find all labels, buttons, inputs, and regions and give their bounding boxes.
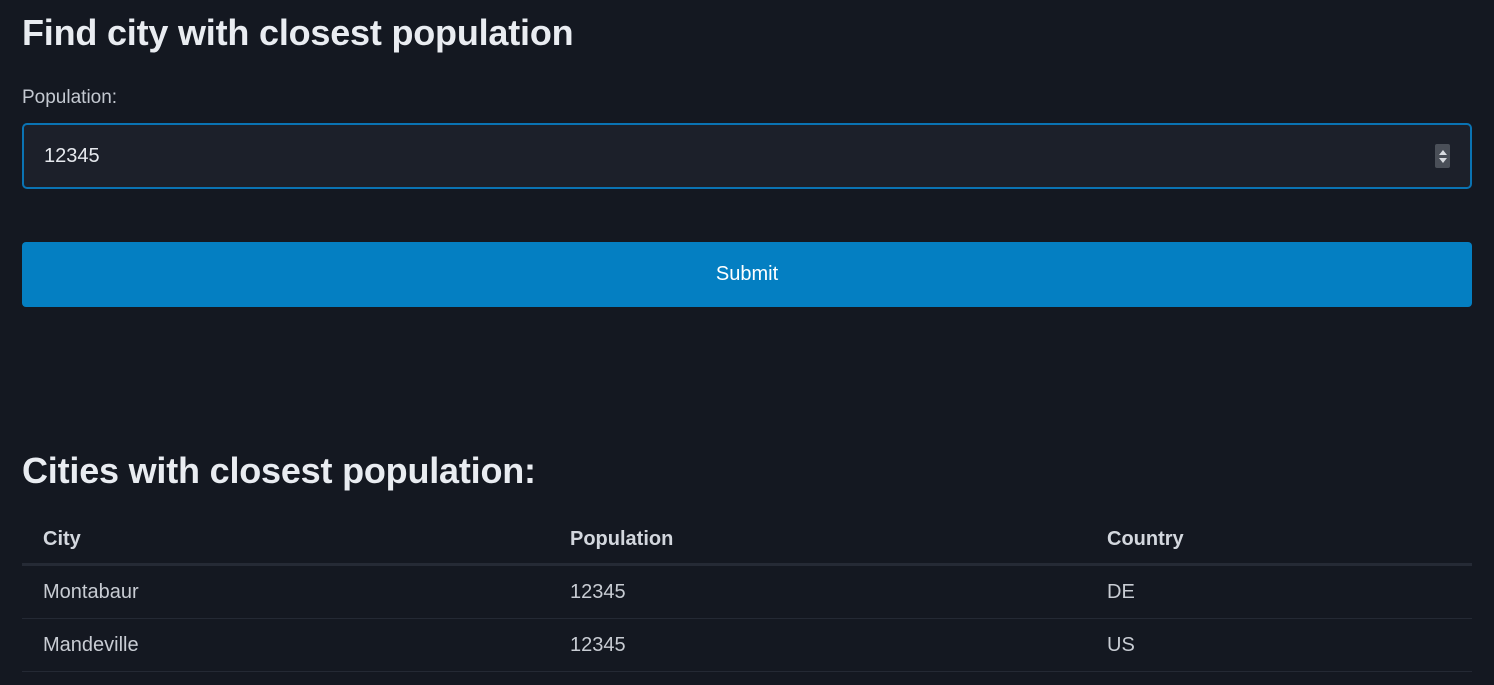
submit-button[interactable]: Submit xyxy=(22,242,1472,307)
column-header-population: Population xyxy=(549,515,1086,566)
cell-country: US xyxy=(1086,618,1472,672)
column-header-country: Country xyxy=(1086,515,1472,566)
number-stepper[interactable] xyxy=(1435,144,1450,168)
chevron-up-icon[interactable] xyxy=(1438,149,1447,155)
population-label: Population: xyxy=(22,87,118,108)
cell-country: DE xyxy=(1086,564,1472,619)
page: Find city with closest population Popula… xyxy=(0,0,1494,685)
cell-population: 12345 xyxy=(549,564,1086,619)
population-input[interactable] xyxy=(24,125,1470,187)
column-header-city: City xyxy=(22,515,549,566)
results-table: City Population Country Montabaur 12345 … xyxy=(22,515,1472,672)
table-header-row: City Population Country xyxy=(22,515,1472,566)
cell-city: Mandeville xyxy=(22,618,549,672)
page-title: Find city with closest population xyxy=(22,12,574,53)
results-title: Cities with closest population: xyxy=(22,450,536,491)
chevron-down-icon[interactable] xyxy=(1438,157,1447,163)
table-row: Mandeville 12345 US xyxy=(22,618,1472,672)
cell-city: Montabaur xyxy=(22,564,549,619)
table-row: Montabaur 12345 DE xyxy=(22,564,1472,619)
cell-population: 12345 xyxy=(549,618,1086,672)
population-field[interactable] xyxy=(22,123,1472,189)
